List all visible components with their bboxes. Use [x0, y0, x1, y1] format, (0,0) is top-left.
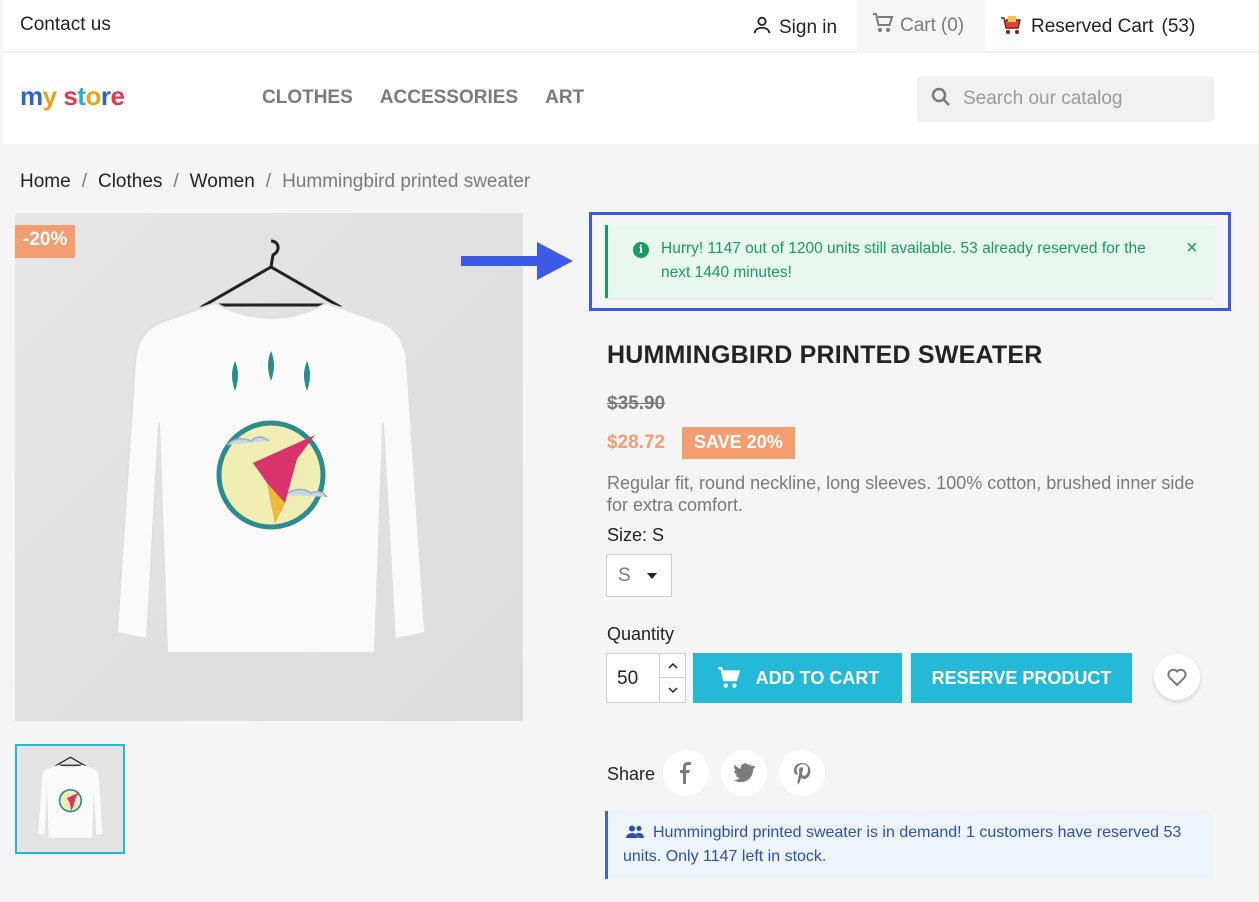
stock-alert: i Hurry! 1147 out of 1200 units still av…	[605, 225, 1214, 298]
facebook-icon	[680, 762, 691, 784]
size-select-value: S	[618, 565, 631, 586]
sign-in-label: Sign in	[779, 17, 838, 38]
arrow-right-icon	[461, 242, 573, 280]
quantity-increase-button[interactable]	[659, 654, 686, 678]
share-label: Share	[607, 764, 656, 784]
search-input[interactable]	[963, 88, 1203, 110]
regular-price: $35.90	[607, 393, 666, 414]
share-pinterest-button[interactable]	[779, 750, 825, 796]
info-icon: i	[633, 242, 649, 258]
breadcrumb-separator: /	[265, 171, 272, 192]
product-title: HUMMINGBIRD PRINTED SWEATER	[607, 341, 1043, 369]
save-badge: SAVE 20%	[682, 427, 795, 459]
product-description: Regular fit, round neckline, long sleeve…	[607, 473, 1195, 515]
chevron-up-icon	[668, 662, 678, 669]
add-to-cart-label: ADD TO CART	[755, 667, 880, 688]
sweater-illustration	[15, 213, 523, 721]
breadcrumb-separator: /	[173, 171, 179, 192]
cart-icon	[871, 11, 895, 41]
pinterest-icon	[794, 763, 811, 785]
breadcrumb: Home / Clothes / Women / Hummingbird pri…	[20, 171, 530, 193]
contact-us-link[interactable]: Contact us	[20, 14, 111, 36]
quantity-input[interactable]: 50	[617, 668, 638, 690]
breadcrumb-home[interactable]: Home	[20, 171, 71, 193]
thumbnail-illustration	[17, 746, 123, 852]
quantity-label: Quantity	[607, 624, 675, 644]
reserved-cart-link[interactable]: Reserved Cart (53)	[999, 12, 1195, 42]
cart-count: (0)	[940, 15, 965, 36]
share-facebook-button[interactable]	[663, 750, 709, 796]
discount-flag: -20%	[15, 225, 76, 258]
chevron-down-icon	[668, 687, 678, 694]
breadcrumb-current: Hummingbird printed sweater	[282, 171, 531, 192]
search-icon[interactable]	[929, 85, 953, 114]
nav-item-clothes[interactable]: CLOTHES	[262, 87, 353, 109]
cart-link[interactable]: Cart (0)	[857, 0, 985, 52]
user-icon	[751, 14, 773, 42]
search-box	[917, 76, 1214, 122]
reserve-product-button[interactable]: RESERVE PRODUCT	[911, 653, 1132, 703]
quantity-decrease-button[interactable]	[659, 678, 686, 702]
main-nav: CLOTHES ACCESSORIES ART	[262, 87, 584, 109]
nav-item-art[interactable]: ART	[545, 87, 584, 109]
demand-notice-message: Hummingbird printed sweater is in demand…	[623, 824, 1182, 865]
breadcrumb-clothes[interactable]: Clothes	[98, 171, 162, 193]
wishlist-button[interactable]	[1154, 654, 1200, 700]
twitter-icon	[733, 763, 756, 783]
cart-label: Cart	[900, 15, 936, 36]
nav-item-accessories[interactable]: ACCESSORIES	[380, 87, 518, 109]
heart-icon	[1167, 668, 1187, 687]
reserved-cart-count: (53)	[1161, 16, 1196, 37]
current-price: $28.72	[607, 432, 666, 453]
add-to-cart-button[interactable]: ADD TO CART	[693, 653, 902, 703]
header: my store CLOTHES ACCESSORIES ART	[3, 53, 1259, 144]
sign-in-link[interactable]: Sign in	[751, 14, 837, 42]
reserved-cart-icon	[999, 12, 1023, 42]
breadcrumb-separator: /	[81, 171, 87, 192]
demand-notice: Hummingbird printed sweater is in demand…	[605, 811, 1213, 879]
stock-alert-message: Hurry! 1147 out of 1200 units still avai…	[661, 240, 1146, 281]
size-label: Size: S	[607, 525, 665, 545]
size-select[interactable]: S	[606, 554, 672, 597]
caret-down-icon	[647, 573, 657, 579]
product-main-image[interactable]	[15, 213, 523, 721]
share-twitter-button[interactable]	[721, 750, 767, 796]
quantity-stepper: 50	[606, 653, 686, 703]
product-thumbnail[interactable]	[15, 744, 125, 854]
store-logo[interactable]: my store	[20, 81, 125, 112]
top-bar: Contact us Sign in Cart (0) Reserved Car…	[3, 0, 1259, 52]
breadcrumb-women[interactable]: Women	[190, 171, 255, 193]
cart-icon	[717, 667, 740, 688]
reserved-cart-label: Reserved Cart	[1031, 16, 1154, 37]
close-icon[interactable]: ×	[1186, 237, 1198, 260]
